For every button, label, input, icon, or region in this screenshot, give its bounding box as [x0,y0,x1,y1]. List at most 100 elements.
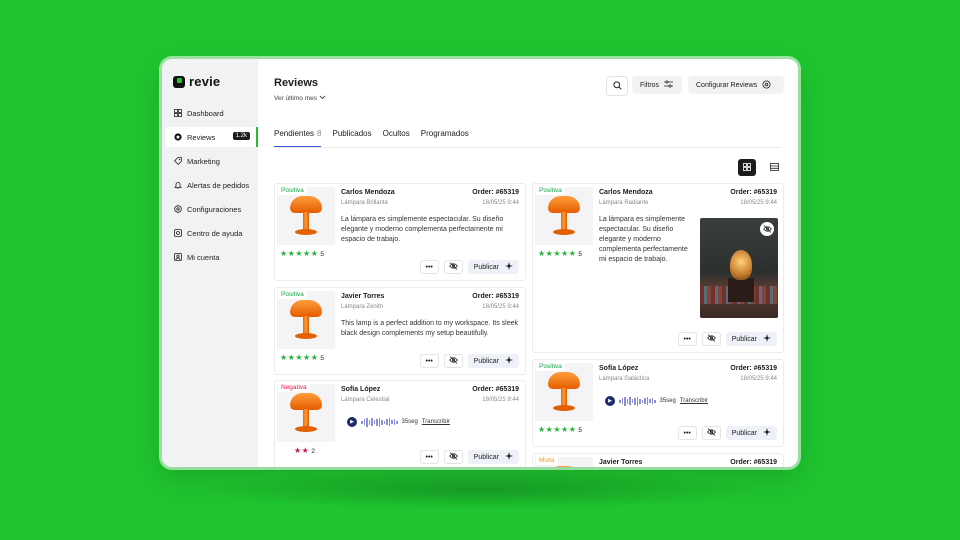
tab-programados[interactable]: Programados [421,129,469,148]
tab-label: Ocultos [382,129,410,138]
sentiment-badge: Mixta [536,456,558,465]
review-date: 18/05/25 9:44 [740,376,777,382]
more-button[interactable]: ••• [419,354,439,368]
hide-button[interactable] [443,260,463,274]
publish-label: Publicar [731,429,757,437]
review-actions: ••• Publicar [677,426,777,440]
review-actions: ••• Publicar [677,332,777,346]
sidebar-item-configuraciones[interactable]: Configuraciones [166,199,258,219]
rating-value: 5 [578,427,583,434]
play-button[interactable]: ▶ [605,396,615,406]
period-dropdown[interactable]: Ver último mes [274,95,326,102]
review-actions: ••• Publicar [419,450,519,464]
tab-ocultos[interactable]: Ocultos [383,129,410,148]
sparkle-icon [763,428,771,438]
eye-off-icon [706,334,716,344]
logo[interactable]: revie [173,74,220,89]
review-card[interactable]: Positiva ★★★★★ 5 Carlos Mendoza Lámpara R… [532,183,784,353]
review-card[interactable]: Positiva ★★★★★ 5 Carlos Mendoza Lámpara B… [274,183,526,281]
sidebar-item-dashboard[interactable]: Dashboard [166,103,258,123]
waveform-icon [619,396,656,406]
star-rating: ★★★★★ 5 [280,353,324,362]
order-number: Order: #65319 [472,189,519,196]
filters-button[interactable]: Filtros [632,76,682,94]
product-image [535,187,593,245]
publish-label: Publicar [473,453,499,461]
order-number: Order: #65319 [730,459,777,466]
review-date: 18/05/25 9:44 [482,304,519,310]
order-number: Order: #65319 [472,293,519,300]
hide-button[interactable] [701,332,721,346]
hide-button[interactable] [443,450,463,464]
review-card[interactable]: Mixta Javier Torres Order: #65319 [532,453,784,467]
review-card[interactable]: Negativa ★★ 2 Sofía López Lámpara Celesti… [274,380,526,467]
play-button[interactable]: ▶ [347,417,357,427]
review-card[interactable]: Positiva ★★★★★ 5 Sofía López Lámpara Galá… [532,359,784,447]
tab-label: Pendientes [274,129,315,138]
user-icon [173,253,182,262]
transcribe-link[interactable]: Transcribir [680,398,708,404]
product-image [535,363,593,421]
sidebar-item-label: Reviews [187,132,216,142]
gear-icon [762,80,771,91]
search-icon [612,80,622,92]
publish-button[interactable]: Publicar [467,354,519,368]
review-product: Lámpara Brillante [341,200,389,206]
eye-off-icon[interactable] [760,222,774,236]
more-button[interactable]: ••• [677,332,697,346]
tab-count: 8 [317,129,322,138]
review-card[interactable]: Positiva ★★★★★ 5 Javier Torres Lámpara Ze… [274,287,526,375]
publish-button[interactable]: Publicar [725,332,777,346]
tab-pendientes[interactable]: Pendientes 8 [274,129,322,148]
rating-value: 2 [311,448,316,455]
publish-label: Publicar [473,263,499,271]
audio-player: ▶ 35seg Transcribir [605,396,708,406]
play-icon: ▶ [350,419,354,425]
publish-button[interactable]: Publicar [725,426,777,440]
star-rating: ★★★★★ 5 [538,249,582,258]
search-button[interactable] [606,76,628,96]
sidebar-item-label: Mi cuenta [187,252,220,262]
transcribe-link[interactable]: Transcribir [422,419,450,425]
sidebar-item-marketing[interactable]: Marketing [166,151,258,171]
configure-reviews-button[interactable]: Configurar Reviews [688,76,784,94]
help-icon [173,229,182,238]
sidebar-item-label: Alertas de pedidos [187,180,250,190]
star-rating: ★★ 2 [294,446,315,455]
gear-icon [173,205,182,214]
filters-label: Filtros [640,81,660,89]
publish-button[interactable]: Publicar [467,260,519,274]
rating-value: 5 [320,251,325,258]
sidebar-item-label: Configuraciones [187,204,242,214]
app-window: revie Dashboard Reviews 1.2k Marketing A… [162,59,798,467]
grid-view-button[interactable] [738,159,756,176]
eye-off-icon [706,428,716,438]
tab-publicados[interactable]: Publicados [332,129,371,148]
stars-icon: ★★★★★ [538,425,577,434]
review-author: Sofía López [341,386,381,393]
sidebar-item-reviews[interactable]: Reviews 1.2k [166,127,258,147]
publish-button[interactable]: Publicar [467,450,519,464]
hide-button[interactable] [701,426,721,440]
rating-value: 5 [578,251,583,258]
review-date: 18/05/25 9:44 [482,200,519,206]
hide-button[interactable] [443,354,463,368]
dashboard-icon [173,109,182,118]
sidebar-item-label: Dashboard [187,108,224,118]
product-image [277,291,335,349]
sidebar-item-label: Marketing [187,156,220,166]
sidebar-item-alertas[interactable]: Alertas de pedidos [166,175,258,195]
more-button[interactable]: ••• [419,260,439,274]
review-product: Lámpara Radiante [599,200,649,206]
sidebar-item-cuenta[interactable]: Mi cuenta [166,247,258,267]
more-icon: ••• [425,453,433,461]
rating-value: 5 [320,355,325,362]
sidebar-item-ayuda[interactable]: Centro de ayuda [166,223,258,243]
list-view-button[interactable] [765,159,783,176]
customer-photo[interactable] [700,218,778,318]
more-button[interactable]: ••• [677,426,697,440]
eye-off-icon [448,452,458,462]
more-button[interactable]: ••• [419,450,439,464]
page-title: Reviews [274,77,319,89]
period-label: Ver último mes [274,95,317,102]
